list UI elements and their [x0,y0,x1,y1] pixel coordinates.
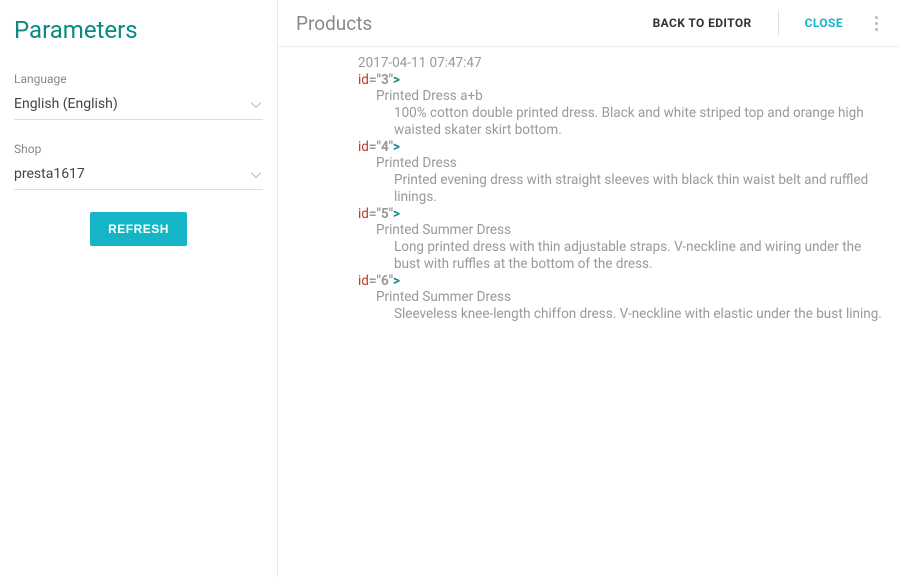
chevron-down-icon [251,172,261,178]
xml-preview: 2017-04-11 07:47:47 </span> <span class=… [278,47,900,577]
divider [778,10,779,36]
shop-value: presta1617 [14,166,85,182]
back-to-editor-button[interactable]: BACK TO EDITOR [643,10,762,36]
language-select[interactable]: English (English) [14,92,263,120]
language-label: Language [14,72,263,86]
shop-select[interactable]: presta1617 [14,162,263,190]
sidebar-title: Parameters [14,16,263,44]
language-value: English (English) [14,96,118,112]
chevron-down-icon [251,102,261,108]
page-title: Products [296,12,643,35]
more-icon[interactable] [871,12,882,35]
main: Products BACK TO EDITOR CLOSE 2017-04-11… [278,0,900,577]
shop-label: Shop [14,142,263,156]
close-button[interactable]: CLOSE [795,10,853,36]
sidebar: Parameters Language English (English) Sh… [0,0,278,577]
topbar: Products BACK TO EDITOR CLOSE [278,0,900,47]
refresh-button[interactable]: REFRESH [90,212,187,246]
